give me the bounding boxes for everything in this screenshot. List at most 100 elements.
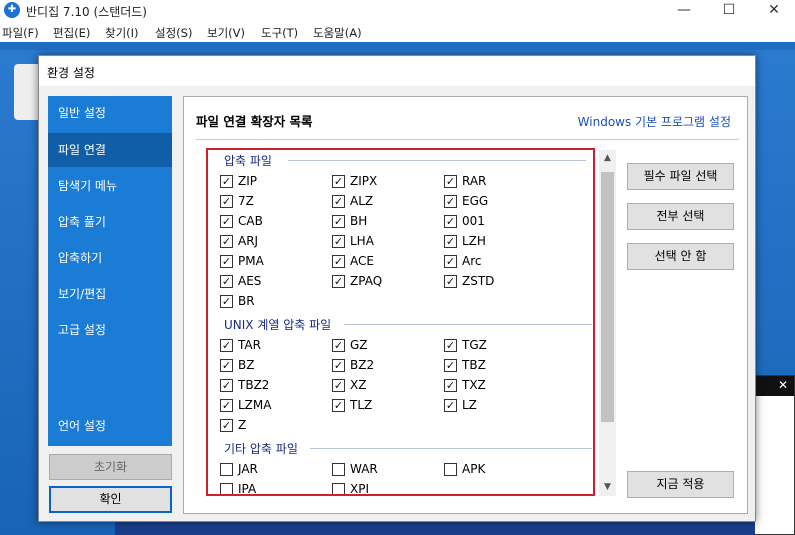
checkbox-checked-icon[interactable]: ✓ bbox=[444, 195, 457, 208]
extension-checkbox[interactable]: IPA bbox=[220, 480, 332, 494]
checkbox-checked-icon[interactable]: ✓ bbox=[332, 215, 345, 228]
checkbox-checked-icon[interactable]: ✓ bbox=[220, 339, 233, 352]
checkbox-checked-icon[interactable]: ✓ bbox=[444, 255, 457, 268]
extension-checkbox[interactable]: ✓ Arc bbox=[444, 252, 556, 272]
checkbox-checked-icon[interactable]: ✓ bbox=[444, 339, 457, 352]
menu-help[interactable]: 도움말(A) bbox=[313, 25, 362, 41]
extension-checkbox[interactable]: ✓ BZ bbox=[220, 356, 332, 376]
checkbox-checked-icon[interactable]: ✓ bbox=[220, 215, 233, 228]
nav-explorer-menu[interactable]: 탐색기 메뉴 bbox=[48, 169, 172, 203]
checkbox-checked-icon[interactable]: ✓ bbox=[220, 175, 233, 188]
extension-list[interactable]: 압축 파일 ✓ ZIP ✓ ZIPX ✓ RAR ✓ 7Z ✓ ALZ ✓ EGG ✓ CAB ✓ BH ✓ 001… bbox=[206, 148, 595, 496]
extension-checkbox[interactable]: ✓ ALZ bbox=[332, 192, 444, 212]
checkbox-checked-icon[interactable]: ✓ bbox=[444, 275, 457, 288]
extension-checkbox[interactable]: ✓ TAR bbox=[220, 336, 332, 356]
extension-checkbox[interactable]: ✓ AES bbox=[220, 272, 332, 292]
checkbox-checked-icon[interactable]: ✓ bbox=[332, 379, 345, 392]
checkbox-checked-icon[interactable]: ✓ bbox=[332, 195, 345, 208]
extension-checkbox[interactable]: ✓ ZPAQ bbox=[332, 272, 444, 292]
extension-checkbox[interactable]: ✓ XZ bbox=[332, 376, 444, 396]
extension-checkbox[interactable]: ✓ LZH bbox=[444, 232, 556, 252]
close-button[interactable]: ✕ bbox=[751, 0, 795, 22]
checkbox-checked-icon[interactable]: ✓ bbox=[444, 379, 457, 392]
checkbox-checked-icon[interactable]: ✓ bbox=[220, 379, 233, 392]
checkbox-empty-icon[interactable] bbox=[332, 463, 345, 476]
checkbox-empty-icon[interactable] bbox=[444, 463, 457, 476]
nav-advanced[interactable]: 고급 설정 bbox=[48, 313, 172, 347]
checkbox-checked-icon[interactable]: ✓ bbox=[220, 419, 233, 432]
scroll-thumb[interactable] bbox=[601, 172, 614, 422]
extension-checkbox[interactable]: ✓ LHA bbox=[332, 232, 444, 252]
checkbox-checked-icon[interactable]: ✓ bbox=[220, 255, 233, 268]
extension-checkbox[interactable]: ✓ TGZ bbox=[444, 336, 556, 356]
checkbox-checked-icon[interactable]: ✓ bbox=[332, 399, 345, 412]
checkbox-checked-icon[interactable]: ✓ bbox=[220, 359, 233, 372]
extension-checkbox[interactable]: APK bbox=[444, 460, 556, 480]
extension-checkbox[interactable]: ✓ TBZ2 bbox=[220, 376, 332, 396]
windows-default-programs-link[interactable]: Windows 기본 프로그램 설정 bbox=[578, 113, 731, 130]
extension-checkbox[interactable]: XPI bbox=[332, 480, 444, 494]
checkbox-checked-icon[interactable]: ✓ bbox=[332, 359, 345, 372]
nav-file-association[interactable]: 파일 연결 bbox=[48, 133, 172, 167]
extension-checkbox[interactable]: ✓ TLZ bbox=[332, 396, 444, 416]
list-scrollbar[interactable]: ▲ ▼ bbox=[599, 150, 616, 496]
reset-button[interactable]: 초기화 bbox=[49, 454, 172, 480]
select-none-button[interactable]: 선택 안 함 bbox=[627, 243, 734, 270]
extension-checkbox[interactable]: ✓ Z bbox=[220, 416, 332, 436]
menu-tools[interactable]: 도구(T) bbox=[261, 25, 298, 41]
minimize-button[interactable]: — bbox=[661, 0, 707, 22]
extension-checkbox[interactable]: ✓ LZ bbox=[444, 396, 556, 416]
checkbox-checked-icon[interactable]: ✓ bbox=[444, 235, 457, 248]
background-window-close-icon[interactable]: ✕ bbox=[754, 376, 794, 396]
menu-file[interactable]: 파일(F) bbox=[2, 25, 39, 41]
extension-checkbox[interactable]: ✓ ACE bbox=[332, 252, 444, 272]
menu-view[interactable]: 보기(V) bbox=[207, 25, 245, 41]
extension-checkbox[interactable]: WAR bbox=[332, 460, 444, 480]
nav-view-edit[interactable]: 보기/편집 bbox=[48, 277, 172, 311]
chevron-down-icon[interactable]: ▼ bbox=[599, 479, 616, 496]
extension-checkbox[interactable]: ✓ EGG bbox=[444, 192, 556, 212]
extension-checkbox[interactable]: ✓ TXZ bbox=[444, 376, 556, 396]
extension-checkbox[interactable]: ✓ BZ2 bbox=[332, 356, 444, 376]
select-required-button[interactable]: 필수 파일 선택 bbox=[627, 163, 734, 190]
apply-now-button[interactable]: 지금 적용 bbox=[627, 471, 734, 498]
checkbox-checked-icon[interactable]: ✓ bbox=[332, 275, 345, 288]
extension-checkbox[interactable]: ✓ 7Z bbox=[220, 192, 332, 212]
checkbox-checked-icon[interactable]: ✓ bbox=[332, 235, 345, 248]
nav-compress[interactable]: 압축하기 bbox=[48, 241, 172, 275]
checkbox-checked-icon[interactable]: ✓ bbox=[220, 275, 233, 288]
menu-find[interactable]: 찾기(I) bbox=[105, 25, 139, 41]
ok-button[interactable]: 확인 bbox=[49, 486, 172, 513]
checkbox-empty-icon[interactable] bbox=[220, 483, 233, 494]
checkbox-checked-icon[interactable]: ✓ bbox=[332, 339, 345, 352]
maximize-button[interactable]: ☐ bbox=[706, 0, 752, 22]
chevron-up-icon[interactable]: ▲ bbox=[599, 150, 616, 167]
nav-extract[interactable]: 압축 풀기 bbox=[48, 205, 172, 239]
extension-checkbox[interactable]: ✓ RAR bbox=[444, 172, 556, 192]
checkbox-empty-icon[interactable] bbox=[220, 463, 233, 476]
nav-general[interactable]: 일반 설정 bbox=[48, 96, 172, 130]
checkbox-checked-icon[interactable]: ✓ bbox=[444, 359, 457, 372]
checkbox-empty-icon[interactable] bbox=[332, 483, 345, 494]
extension-checkbox[interactable]: ✓ 001 bbox=[444, 212, 556, 232]
extension-checkbox[interactable]: ✓ ARJ bbox=[220, 232, 332, 252]
extension-checkbox[interactable]: ✓ PMA bbox=[220, 252, 332, 272]
extension-checkbox[interactable]: JAR bbox=[220, 460, 332, 480]
extension-checkbox[interactable]: ✓ ZIP bbox=[220, 172, 332, 192]
checkbox-checked-icon[interactable]: ✓ bbox=[220, 295, 233, 308]
checkbox-checked-icon[interactable]: ✓ bbox=[332, 175, 345, 188]
checkbox-checked-icon[interactable]: ✓ bbox=[444, 215, 457, 228]
extension-checkbox[interactable]: ✓ CAB bbox=[220, 212, 332, 232]
extension-checkbox[interactable]: ✓ GZ bbox=[332, 336, 444, 356]
checkbox-checked-icon[interactable]: ✓ bbox=[332, 255, 345, 268]
extension-checkbox[interactable]: ✓ TBZ bbox=[444, 356, 556, 376]
extension-checkbox[interactable]: ✓ BH bbox=[332, 212, 444, 232]
menu-edit[interactable]: 편집(E) bbox=[53, 25, 90, 41]
extension-checkbox[interactable]: ✓ ZIPX bbox=[332, 172, 444, 192]
checkbox-checked-icon[interactable]: ✓ bbox=[444, 399, 457, 412]
extension-checkbox[interactable]: ✓ LZMA bbox=[220, 396, 332, 416]
extension-checkbox[interactable]: ✓ BR bbox=[220, 292, 332, 312]
select-all-button[interactable]: 전부 선택 bbox=[627, 203, 734, 230]
extension-checkbox[interactable]: ✓ ZSTD bbox=[444, 272, 556, 292]
checkbox-checked-icon[interactable]: ✓ bbox=[220, 399, 233, 412]
